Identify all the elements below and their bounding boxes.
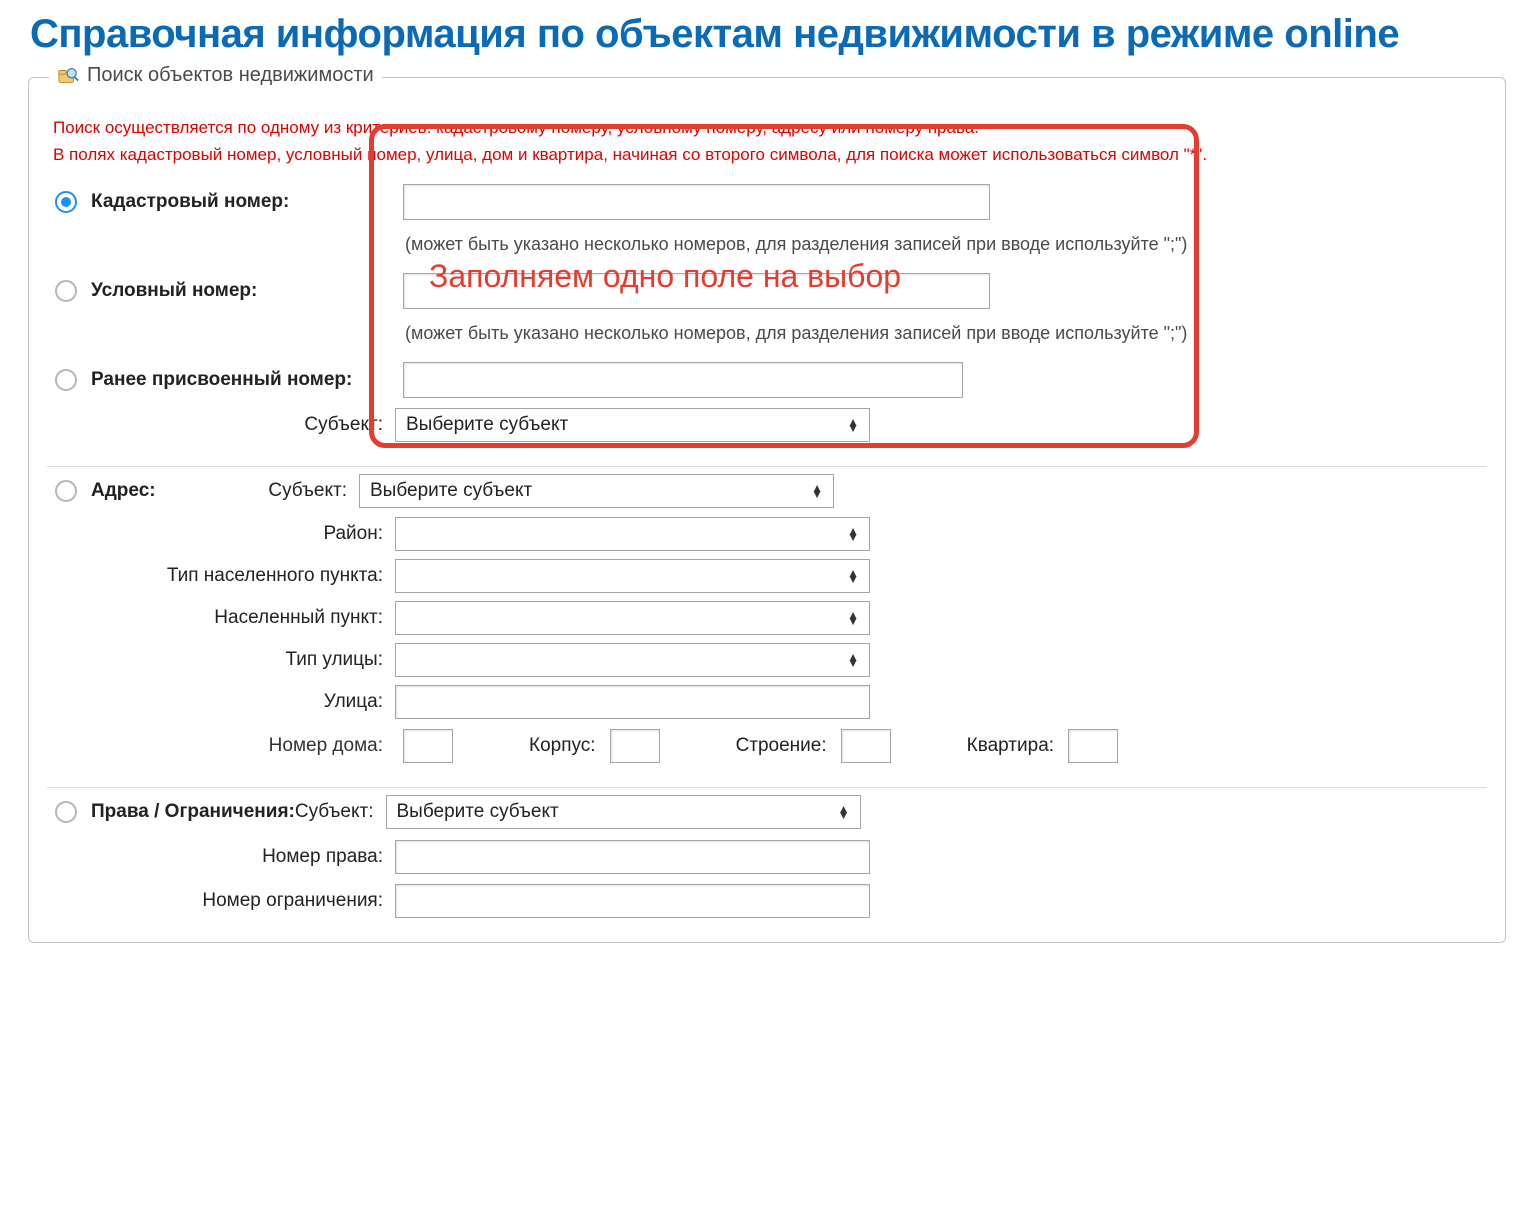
radio-address-label: Адрес:	[91, 480, 163, 502]
flat-label: Квартира:	[967, 735, 1054, 757]
radio-conditional[interactable]	[55, 280, 77, 302]
settlement-type-label: Тип населенного пункта:	[47, 565, 395, 587]
right-no-input[interactable]	[395, 840, 870, 874]
building-input[interactable]	[610, 729, 660, 763]
radio-previous-label: Ранее присвоенный номер:	[91, 369, 352, 391]
previous-subject-label: Субъект:	[47, 414, 395, 436]
dropdown-arrows-icon: ▲▼	[847, 654, 859, 666]
cadastral-number-input[interactable]	[403, 184, 990, 220]
previous-subject-select[interactable]: Выберите субъект ▲▼	[395, 408, 870, 442]
house-input[interactable]	[403, 729, 453, 763]
instructions-line-2: В полях кадастровый номер, условный номе…	[53, 141, 1487, 168]
restriction-no-label: Номер ограничения:	[47, 890, 395, 912]
instructions: Поиск осуществляется по одному из критер…	[53, 114, 1487, 168]
previous-number-input[interactable]	[403, 362, 963, 398]
dropdown-arrows-icon: ▲▼	[847, 570, 859, 582]
previous-subject-value: Выберите субъект	[406, 414, 568, 436]
settlement-label: Населенный пункт:	[47, 607, 395, 629]
dropdown-arrows-icon: ▲▼	[847, 612, 859, 624]
radio-cadastral[interactable]	[55, 191, 77, 213]
section-divider	[47, 466, 1487, 467]
street-type-label: Тип улицы:	[47, 649, 395, 671]
settlement-select[interactable]: ▲▼	[395, 601, 870, 635]
dropdown-arrows-icon: ▲▼	[811, 485, 823, 497]
rights-subject-select[interactable]: Выберите субъект ▲▼	[386, 795, 861, 829]
instructions-line-1: Поиск осуществляется по одному из критер…	[53, 114, 1487, 141]
dropdown-arrows-icon: ▲▼	[847, 528, 859, 540]
dropdown-arrows-icon: ▲▼	[847, 419, 859, 431]
conditional-hint: (может быть указано несколько номеров, д…	[405, 323, 1487, 344]
street-label: Улица:	[47, 691, 395, 713]
folder-search-icon	[57, 65, 79, 87]
house-label: Номер дома:	[47, 735, 395, 757]
radio-previous[interactable]	[55, 369, 77, 391]
radio-address[interactable]	[55, 480, 77, 502]
rights-subject-label: Субъект:	[295, 801, 386, 823]
panel-title: Поиск объектов недвижимости	[87, 64, 374, 87]
right-no-label: Номер права:	[47, 846, 395, 868]
radio-rights[interactable]	[55, 801, 77, 823]
dropdown-arrows-icon: ▲▼	[838, 806, 850, 818]
settlement-type-select[interactable]: ▲▼	[395, 559, 870, 593]
structure-label: Строение:	[736, 735, 827, 757]
section-divider	[47, 787, 1487, 788]
district-label: Район:	[47, 523, 395, 545]
structure-input[interactable]	[841, 729, 891, 763]
rights-subject-value: Выберите субъект	[397, 801, 559, 823]
restriction-no-input[interactable]	[395, 884, 870, 918]
district-select[interactable]: ▲▼	[395, 517, 870, 551]
street-type-select[interactable]: ▲▼	[395, 643, 870, 677]
cadastral-hint: (может быть указано несколько номеров, д…	[405, 234, 1487, 255]
street-input[interactable]	[395, 685, 870, 719]
flat-input[interactable]	[1068, 729, 1118, 763]
search-panel: Поиск объектов недвижимости Поиск осущес…	[28, 77, 1506, 943]
conditional-number-input[interactable]	[403, 273, 990, 309]
radio-cadastral-label: Кадастровый номер:	[91, 191, 289, 213]
radio-conditional-label: Условный номер:	[91, 280, 257, 302]
address-subject-value: Выберите субъект	[370, 480, 532, 502]
page-title: Справочная информация по объектам недвиж…	[30, 12, 1534, 57]
building-label: Корпус:	[529, 735, 596, 757]
radio-rights-label: Права / Ограничения:	[91, 801, 295, 823]
address-subject-select[interactable]: Выберите субъект ▲▼	[359, 474, 834, 508]
address-subject-label: Субъект:	[163, 480, 359, 502]
